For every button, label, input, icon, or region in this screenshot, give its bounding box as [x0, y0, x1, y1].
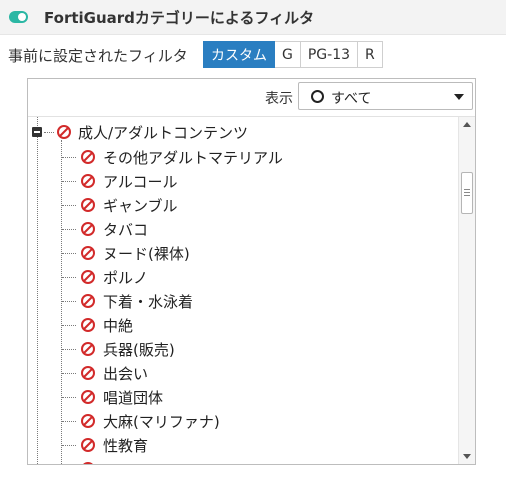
tree-child-label: タバコ	[103, 221, 149, 239]
tree-child-label: 性教育	[103, 437, 149, 455]
tree-child-label: その他アダルトマテリアル	[103, 149, 283, 167]
section-header: FortiGuardカテゴリーによるフィルタ	[0, 0, 506, 35]
view-filter-value: すべて	[331, 91, 372, 107]
view-label: 表示	[265, 91, 293, 107]
tree-child-row[interactable]: 出会い	[28, 361, 448, 385]
preset-g-button[interactable]: G	[275, 41, 301, 68]
tree-connector	[62, 157, 76, 158]
tree-child-row[interactable]: ギャンブル	[28, 193, 448, 217]
tree-connector	[62, 349, 76, 350]
block-icon[interactable]	[81, 366, 95, 380]
tree-child-label: 兵器(販売)	[103, 341, 175, 359]
tree-child-row-clipped[interactable]	[28, 457, 448, 464]
tree-connector	[62, 229, 76, 230]
block-icon[interactable]	[81, 294, 95, 308]
tree-child-label: 大麻(マリファナ)	[103, 413, 220, 431]
section-title: FortiGuardカテゴリーによるフィルタ	[44, 9, 315, 27]
tree-connector	[62, 253, 76, 254]
tree-child-row[interactable]: 大麻(マリファナ)	[28, 409, 448, 433]
tree-connector	[62, 205, 76, 206]
preset-filter-label: 事前に設定されたフィルタ	[8, 47, 188, 65]
collapse-icon[interactable]	[32, 127, 42, 137]
scroll-thumb[interactable]	[461, 172, 473, 214]
tree-child-list: その他アダルトマテリアル アルコールギャンブルタバコヌード(裸体) ポルノ下着・水泳…	[28, 145, 448, 464]
tree-child-label: 出会い	[103, 365, 149, 383]
vertical-scrollbar[interactable]	[458, 117, 475, 464]
block-icon[interactable]	[81, 390, 95, 404]
block-icon[interactable]	[81, 246, 95, 260]
tree-child-label: ギャンブル	[103, 197, 178, 215]
circle-icon	[311, 90, 324, 103]
block-icon[interactable]	[81, 222, 95, 236]
tree-connector	[62, 181, 76, 182]
view-filter-select[interactable]: すべて	[298, 82, 473, 110]
tree-child-label: 唱道団体	[103, 389, 164, 407]
tree-parent-row[interactable]: 成人/アダルトコンテンツ	[28, 121, 428, 143]
block-icon[interactable]	[81, 198, 95, 212]
tree-child-label: 下着・水泳着	[103, 293, 194, 311]
tree-child-row[interactable]: ヌード(裸体)	[28, 241, 448, 265]
tree-child-row[interactable]: 下着・水泳着	[28, 289, 448, 313]
tree-connector	[62, 397, 76, 398]
preset-r-button[interactable]: R	[358, 41, 383, 68]
scroll-up-icon[interactable]	[463, 122, 471, 127]
enable-toggle[interactable]	[9, 11, 28, 23]
tree-child-label: ヌード(裸体)	[103, 245, 190, 263]
category-panel: 表示 すべて 成人/アダルトコンテンツ その他アダルトマテリアル アルコールギャン…	[27, 78, 476, 465]
block-icon[interactable]	[81, 414, 95, 428]
tree-child-row[interactable]: アルコール	[28, 169, 448, 193]
tree-connector	[44, 132, 54, 133]
block-icon[interactable]	[81, 342, 95, 356]
tree-connector	[62, 373, 76, 374]
tree-connector	[62, 421, 76, 422]
block-icon[interactable]	[57, 125, 71, 139]
preset-filter-group: カスタム G PG-13 R	[203, 41, 383, 68]
tree-child-row[interactable]: 性教育	[28, 433, 448, 457]
block-icon[interactable]	[81, 462, 95, 464]
category-tree: 成人/アダルトコンテンツ その他アダルトマテリアル アルコールギャンブルタバコヌー…	[28, 117, 458, 464]
tree-child-row[interactable]: 唱道団体	[28, 385, 448, 409]
tree-child-row[interactable]: ポルノ	[28, 265, 448, 289]
tree-child-label: アルコール	[103, 173, 178, 191]
tree-connector	[62, 277, 76, 278]
tree-connector	[62, 445, 76, 446]
tree-child-label: 中絶	[103, 317, 134, 335]
tree-child-row[interactable]: タバコ	[28, 217, 448, 241]
block-icon[interactable]	[81, 438, 95, 452]
block-icon[interactable]	[81, 150, 95, 164]
tree-child-row[interactable]: 中絶	[28, 313, 448, 337]
tree-connector	[62, 301, 76, 302]
tree-child-label: ポルノ	[103, 269, 149, 287]
tree-child-row[interactable]: その他アダルトマテリアル	[28, 145, 448, 169]
block-icon[interactable]	[81, 318, 95, 332]
scroll-down-icon[interactable]	[463, 454, 471, 459]
tree-child-row[interactable]: 兵器(販売)	[28, 337, 448, 361]
preset-custom-button[interactable]: カスタム	[203, 41, 275, 68]
block-icon[interactable]	[81, 174, 95, 188]
chevron-down-icon	[454, 94, 464, 100]
preset-pg13-button[interactable]: PG-13	[300, 41, 359, 68]
block-icon[interactable]	[81, 270, 95, 284]
tree-connector	[62, 325, 76, 326]
panel-toolbar: 表示 すべて	[28, 79, 475, 117]
tree-parent-label: 成人/アダルトコンテンツ	[78, 124, 249, 142]
